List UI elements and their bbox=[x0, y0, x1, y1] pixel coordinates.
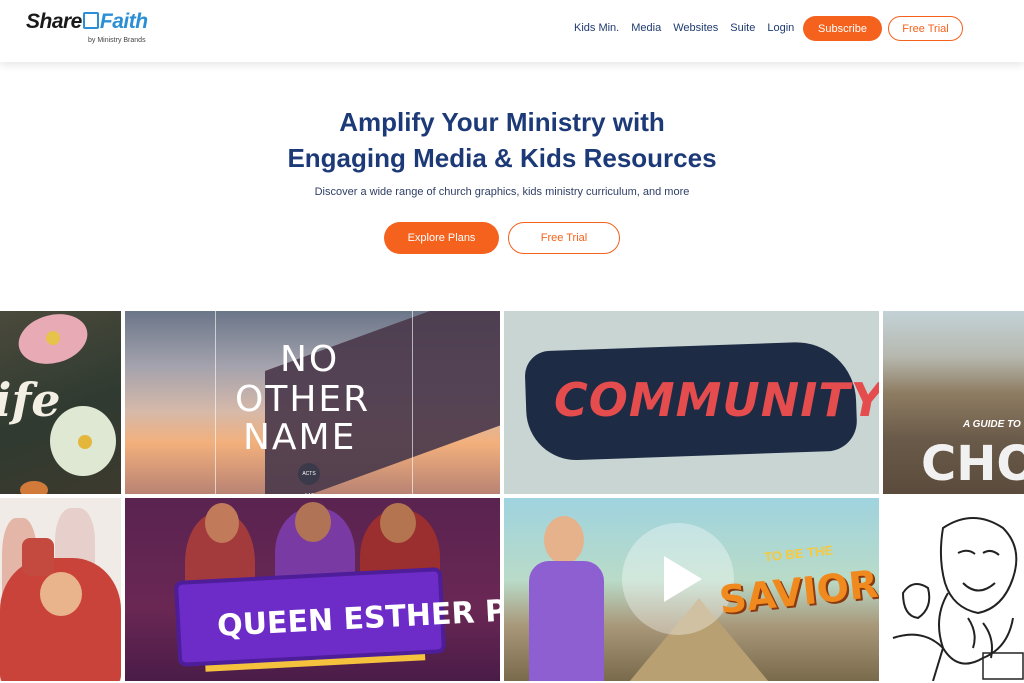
header-free-trial-button[interactable]: Free Trial bbox=[888, 16, 963, 41]
tile-no-other-name[interactable]: NO OTHER NAME ACTS 4:12 bbox=[125, 311, 500, 494]
character-face bbox=[205, 503, 239, 543]
girl-figure bbox=[524, 516, 614, 681]
logo-tagline: by Ministry Brands bbox=[88, 37, 146, 44]
character-hat bbox=[22, 538, 54, 576]
flower-center-icon bbox=[46, 331, 60, 345]
hero-title-line1: Amplify Your Ministry with bbox=[339, 107, 665, 137]
hero-free-trial-button[interactable]: Free Trial bbox=[508, 222, 620, 254]
explore-plans-button[interactable]: Explore Plans bbox=[384, 222, 499, 254]
tile-guide-small-word: A GUIDE TO bbox=[963, 419, 1021, 430]
play-icon[interactable] bbox=[664, 556, 702, 602]
tile-cartoon-characters[interactable] bbox=[0, 498, 121, 681]
hero-title: Amplify Your Ministry with Engaging Medi… bbox=[0, 104, 1004, 176]
sharefaith-logo[interactable]: Share Faith by Ministry Brands bbox=[26, 10, 176, 50]
tile-community[interactable]: COMMUNITY bbox=[504, 311, 879, 494]
nav-login[interactable]: Login bbox=[767, 22, 794, 34]
tile-to-be-the-savior-video[interactable]: TO BE THE SAVIOR bbox=[504, 498, 879, 681]
subscribe-button[interactable]: Subscribe bbox=[803, 16, 882, 41]
tile-to-be-the-word: TO BE THE bbox=[763, 542, 834, 565]
logo-wordmark: Share Faith bbox=[26, 10, 148, 33]
tile-name-word: NAME bbox=[243, 417, 357, 458]
main-nav: Kids Min. Media Websites Suite Login bbox=[574, 22, 806, 34]
tile-life-word: ife bbox=[0, 373, 61, 427]
tile-savior-word: SAVIOR bbox=[717, 561, 879, 623]
scripture-badge: ACTS 4:12 bbox=[298, 463, 320, 494]
character-face bbox=[380, 503, 416, 543]
vertical-line bbox=[215, 311, 216, 494]
logo-mark-icon bbox=[82, 12, 99, 29]
tile-guide-big-word: CHO bbox=[921, 436, 1024, 492]
tile-guide[interactable]: A GUIDE TO CHO bbox=[883, 311, 1024, 494]
tile-other-word: OTHER bbox=[235, 379, 371, 420]
tile-coloring-page[interactable] bbox=[883, 498, 1024, 681]
nav-websites[interactable]: Websites bbox=[673, 22, 718, 34]
tile-community-word: COMMUNITY bbox=[554, 373, 879, 427]
nav-kids-min[interactable]: Kids Min. bbox=[574, 22, 619, 34]
tile-no-word: NO bbox=[280, 339, 340, 380]
line-art-illustration bbox=[892, 517, 1024, 681]
character-face bbox=[40, 572, 82, 616]
hero-title-line2: Engaging Media & Kids Resources bbox=[287, 143, 717, 173]
tile-queen-esther[interactable]: QUEEN ESTHER PT.2 bbox=[125, 498, 500, 681]
flower-orange-icon bbox=[20, 481, 48, 494]
tile-life-flowers[interactable]: ife bbox=[0, 311, 121, 494]
nav-media[interactable]: Media bbox=[631, 22, 661, 34]
flower-center-icon bbox=[78, 435, 92, 449]
character-face bbox=[295, 502, 331, 542]
site-header: Share Faith by Ministry Brands Kids Min. … bbox=[0, 0, 1024, 62]
nav-suite[interactable]: Suite bbox=[730, 22, 755, 34]
hero-subtitle: Discover a wide range of church graphics… bbox=[314, 186, 690, 198]
vertical-line bbox=[412, 311, 413, 494]
